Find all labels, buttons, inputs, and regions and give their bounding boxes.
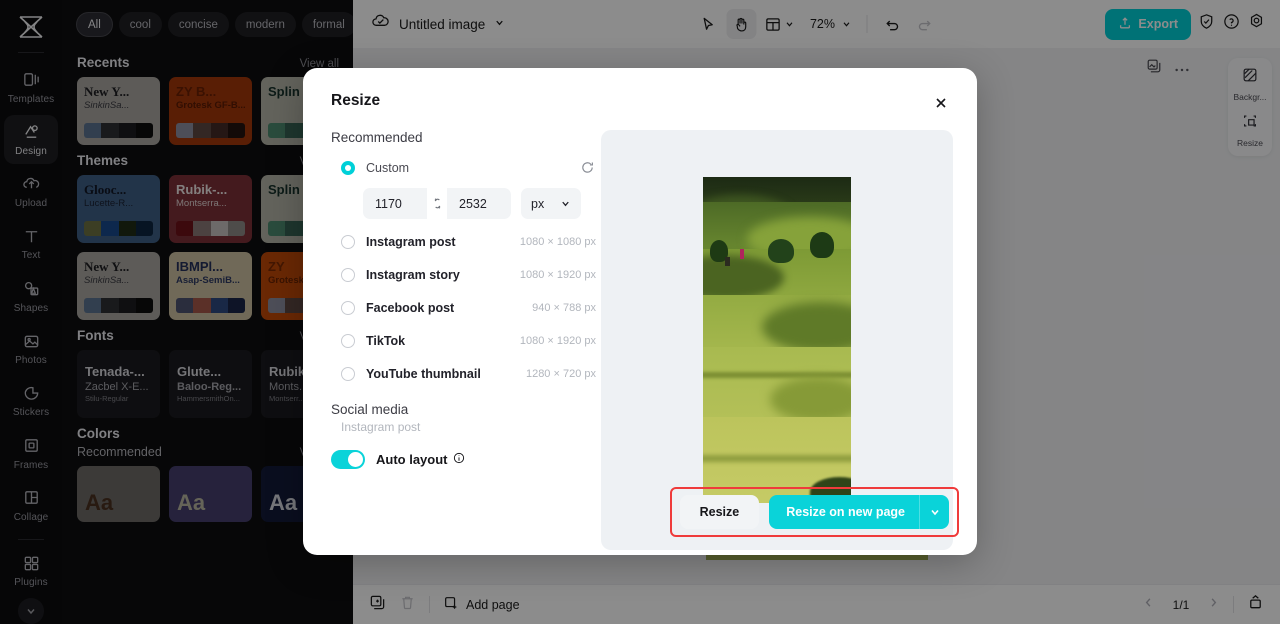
radio-facebook-post[interactable] [341, 300, 355, 315]
option-label: Instagram story [366, 267, 460, 282]
option-youtube-thumbnail[interactable]: YouTube thumbnail 1280 × 720 px [331, 357, 596, 390]
auto-layout-row: Auto layout [331, 450, 465, 469]
option-dimensions: 940 × 788 px [532, 301, 596, 314]
option-instagram-story[interactable]: Instagram story 1080 × 1920 px [331, 258, 596, 291]
option-dimensions: 1080 × 1920 px [519, 268, 596, 281]
option-instagram-post[interactable]: Instagram post 1080 × 1080 px [331, 225, 596, 258]
dialog-options-column: Recommended Custom 1170 2532 px Instagra… [331, 130, 596, 434]
radio-instagram-post[interactable] [341, 234, 355, 249]
resize-button[interactable]: Resize [679, 495, 760, 529]
option-label: YouTube thumbnail [366, 366, 481, 381]
refresh-icon[interactable] [578, 159, 596, 177]
option-dimensions: 1080 × 1080 px [519, 235, 596, 248]
link-dimensions-icon[interactable] [431, 197, 443, 210]
resize-dialog: Resize Recommended Custom 1170 2532 px I… [303, 68, 977, 555]
social-media-value[interactable]: Instagram post [331, 420, 596, 434]
unit-value: px [531, 196, 545, 211]
auto-layout-toggle[interactable] [331, 450, 365, 469]
option-dimensions: 1280 × 720 px [525, 367, 596, 380]
option-dimensions: 1080 × 1920 px [519, 334, 596, 347]
chevron-down-icon[interactable] [919, 495, 949, 529]
auto-layout-label: Auto layout [376, 452, 448, 467]
option-label: Instagram post [366, 234, 456, 249]
dialog-title: Resize [331, 92, 381, 109]
radio-youtube-thumbnail[interactable] [341, 366, 355, 381]
option-custom[interactable]: Custom [331, 151, 596, 184]
radio-instagram-story[interactable] [341, 267, 355, 282]
option-label: Facebook post [366, 300, 455, 315]
resize-on-new-page-button[interactable]: Resize on new page [769, 495, 949, 529]
dialog-action-group: Resize Resize on new page [669, 487, 959, 537]
option-label: Custom [366, 160, 410, 175]
width-input[interactable]: 1170 [363, 188, 427, 219]
height-input[interactable]: 2532 [447, 188, 511, 219]
option-facebook-post[interactable]: Facebook post 940 × 788 px [331, 291, 596, 324]
option-tiktok[interactable]: TikTok 1080 × 1920 px [331, 324, 596, 357]
preview-image [703, 177, 851, 503]
radio-tiktok[interactable] [341, 333, 355, 348]
recommended-label: Recommended [331, 130, 423, 145]
option-label: TikTok [366, 333, 406, 348]
auto-layout-label-group: Auto layout [376, 452, 465, 467]
close-icon[interactable] [928, 90, 954, 116]
info-icon[interactable] [453, 452, 465, 467]
primary-button-label: Resize on new page [786, 505, 905, 519]
social-media-label: Social media [331, 402, 409, 417]
unit-select[interactable]: px [521, 188, 581, 219]
custom-dimensions-row: 1170 2532 px [363, 188, 596, 219]
radio-custom[interactable] [341, 160, 355, 175]
